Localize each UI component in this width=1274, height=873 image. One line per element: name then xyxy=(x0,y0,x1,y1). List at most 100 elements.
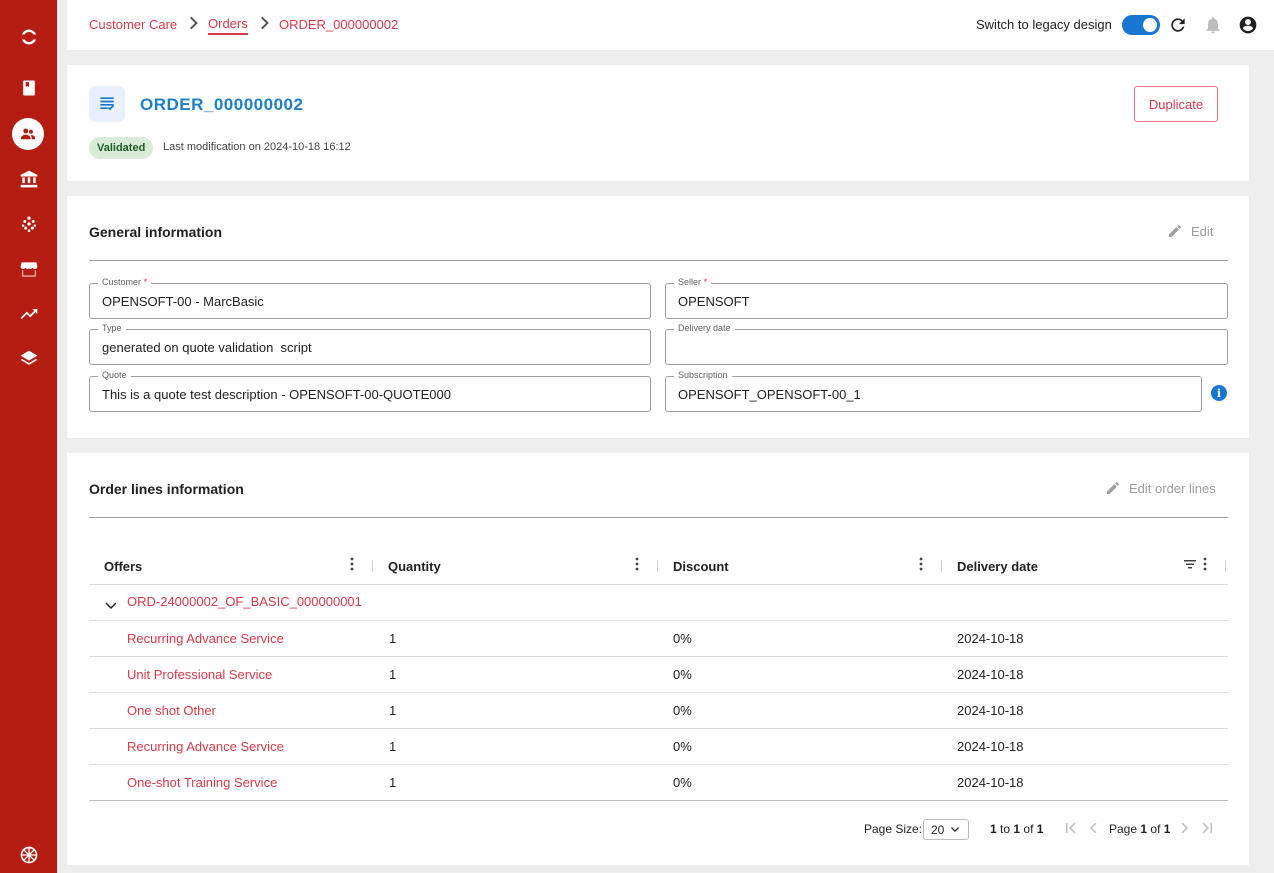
book-icon[interactable] xyxy=(0,68,57,108)
previous-page-icon[interactable] xyxy=(1087,821,1101,835)
offer-link[interactable]: Unit Professional Service xyxy=(127,667,272,682)
delivery-date-cell: 2024-10-18 xyxy=(957,703,1024,718)
offer-link[interactable]: Recurring Advance Service xyxy=(127,739,284,754)
top-bar: Customer Care Orders ORDER_000000002 Swi… xyxy=(67,0,1274,50)
chevron-down-icon xyxy=(951,826,960,832)
edit-order-lines-label: Edit order lines xyxy=(1129,480,1216,496)
layers-icon[interactable] xyxy=(0,339,57,379)
section-divider xyxy=(89,517,1228,518)
required-mark: * xyxy=(703,277,708,287)
last-modification-text: Last modification on 2024-10-18 16:12 xyxy=(163,141,351,153)
required-mark: * xyxy=(143,277,148,287)
section-divider xyxy=(89,260,1228,261)
quantity-cell: 1 xyxy=(389,739,397,754)
next-page-icon[interactable] xyxy=(1177,821,1191,835)
chevron-right-icon xyxy=(259,16,269,30)
row-range: 1 to 1 of 1 xyxy=(990,822,1044,836)
chevron-down-icon[interactable] xyxy=(104,598,118,612)
subscription-field[interactable]: Subscription OPENSOFT_OPENSOFT-00_1 xyxy=(665,370,1202,412)
order-lines-card: Order lines information Edit order lines… xyxy=(67,453,1249,865)
sidebar xyxy=(0,0,57,873)
bell-icon[interactable] xyxy=(1202,14,1224,36)
offer-link[interactable]: Recurring Advance Service xyxy=(127,631,284,646)
quantity-cell: 1 xyxy=(389,631,397,646)
info-icon[interactable]: i xyxy=(1211,385,1227,401)
legacy-design-toggle[interactable] xyxy=(1122,15,1160,35)
status-badge: Validated xyxy=(89,137,154,159)
customer-field[interactable]: Customer * OPENSOFT-00 - MarcBasic xyxy=(89,277,651,319)
column-menu-icon[interactable] xyxy=(1203,557,1207,573)
row-divider xyxy=(89,692,1228,693)
quantity-cell: 1 xyxy=(389,703,397,718)
store-icon[interactable] xyxy=(0,249,57,289)
order-group-label[interactable]: ORD-24000002_OF_BASIC_000000001 xyxy=(127,594,362,609)
column-separator[interactable] xyxy=(372,560,373,572)
quote-field[interactable]: Quote This is a quote test description -… xyxy=(89,370,651,412)
language-flag-icon[interactable] xyxy=(0,835,57,873)
refresh-icon[interactable] xyxy=(1167,14,1189,36)
subscription-value: OPENSOFT_OPENSOFT-00_1 xyxy=(678,387,861,402)
breadcrumb-orders[interactable]: Orders xyxy=(208,16,248,35)
breadcrumb-customer-care[interactable]: Customer Care xyxy=(89,17,177,32)
quantity-cell: 1 xyxy=(389,775,397,790)
legacy-design-label: Switch to legacy design xyxy=(976,17,1112,32)
page-size-label: Page Size: xyxy=(864,822,923,836)
order-title: ORDER_000000002 xyxy=(140,95,304,114)
type-label: Type xyxy=(98,323,126,333)
edit-order-lines-button[interactable]: Edit order lines xyxy=(1105,480,1216,496)
page-size-select[interactable]: 20 xyxy=(923,819,969,840)
column-menu-icon[interactable] xyxy=(635,557,639,573)
customer-value: OPENSOFT-00 - MarcBasic xyxy=(102,294,264,309)
logo-icon[interactable] xyxy=(0,17,57,57)
dots-grid-icon[interactable] xyxy=(0,204,57,244)
pencil-icon xyxy=(1107,482,1119,494)
edit-general-button[interactable]: Edit xyxy=(1167,223,1213,239)
quote-label: Quote xyxy=(98,370,131,380)
type-field[interactable]: Type generated on quote validation scrip… xyxy=(89,323,651,365)
last-page-icon[interactable] xyxy=(1200,821,1214,835)
discount-cell: 0% xyxy=(673,739,692,754)
seller-value: OPENSOFT xyxy=(678,294,750,309)
trending-up-icon[interactable] xyxy=(0,294,57,334)
general-information-title: General information xyxy=(89,224,223,240)
discount-cell: 0% xyxy=(673,631,692,646)
page-indicator: Page 1 of 1 xyxy=(1109,822,1171,836)
delivery-date-cell: 2024-10-18 xyxy=(957,739,1024,754)
customers-icon[interactable] xyxy=(12,118,44,150)
column-header-discount[interactable]: Discount xyxy=(673,559,729,574)
duplicate-button[interactable]: Duplicate xyxy=(1134,86,1218,122)
row-divider xyxy=(89,584,1228,585)
delivery-date-field[interactable]: Delivery date xyxy=(665,323,1228,365)
order-document-icon xyxy=(89,86,125,122)
customer-label: Customer xyxy=(102,277,142,287)
column-header-quantity[interactable]: Quantity xyxy=(388,559,441,574)
subscription-label: Subscription xyxy=(674,370,732,380)
first-page-icon[interactable] xyxy=(1064,821,1078,835)
seller-label: Seller xyxy=(678,277,702,287)
column-separator[interactable] xyxy=(941,560,942,572)
column-menu-icon[interactable] xyxy=(350,557,354,573)
row-divider xyxy=(89,728,1228,729)
column-header-offers[interactable]: Offers xyxy=(104,559,142,574)
delivery-date-label: Delivery date xyxy=(674,323,735,333)
pencil-icon xyxy=(1169,225,1181,237)
seller-field[interactable]: Seller * OPENSOFT xyxy=(665,277,1228,319)
delivery-date-cell: 2024-10-18 xyxy=(957,775,1024,790)
delivery-date-cell: 2024-10-18 xyxy=(957,631,1024,646)
chevron-right-icon xyxy=(188,16,198,30)
column-header-delivery-date[interactable]: Delivery date xyxy=(957,559,1038,574)
offer-link[interactable]: One-shot Training Service xyxy=(127,775,277,790)
type-value: generated on quote validation script xyxy=(102,340,312,355)
column-menu-icon[interactable] xyxy=(919,557,923,573)
account-icon[interactable] xyxy=(1237,14,1259,36)
order-lines-title: Order lines information xyxy=(89,481,244,497)
breadcrumb-current-order[interactable]: ORDER_000000002 xyxy=(279,17,398,32)
offer-link[interactable]: One shot Other xyxy=(127,703,216,718)
filter-icon[interactable] xyxy=(1184,557,1196,573)
bank-icon[interactable] xyxy=(0,159,57,199)
column-separator[interactable] xyxy=(657,560,658,572)
discount-cell: 0% xyxy=(673,667,692,682)
delivery-date-cell: 2024-10-18 xyxy=(957,667,1024,682)
order-group-row[interactable]: ORD-24000002_OF_BASIC_000000001 xyxy=(104,590,362,612)
discount-cell: 0% xyxy=(673,775,692,790)
